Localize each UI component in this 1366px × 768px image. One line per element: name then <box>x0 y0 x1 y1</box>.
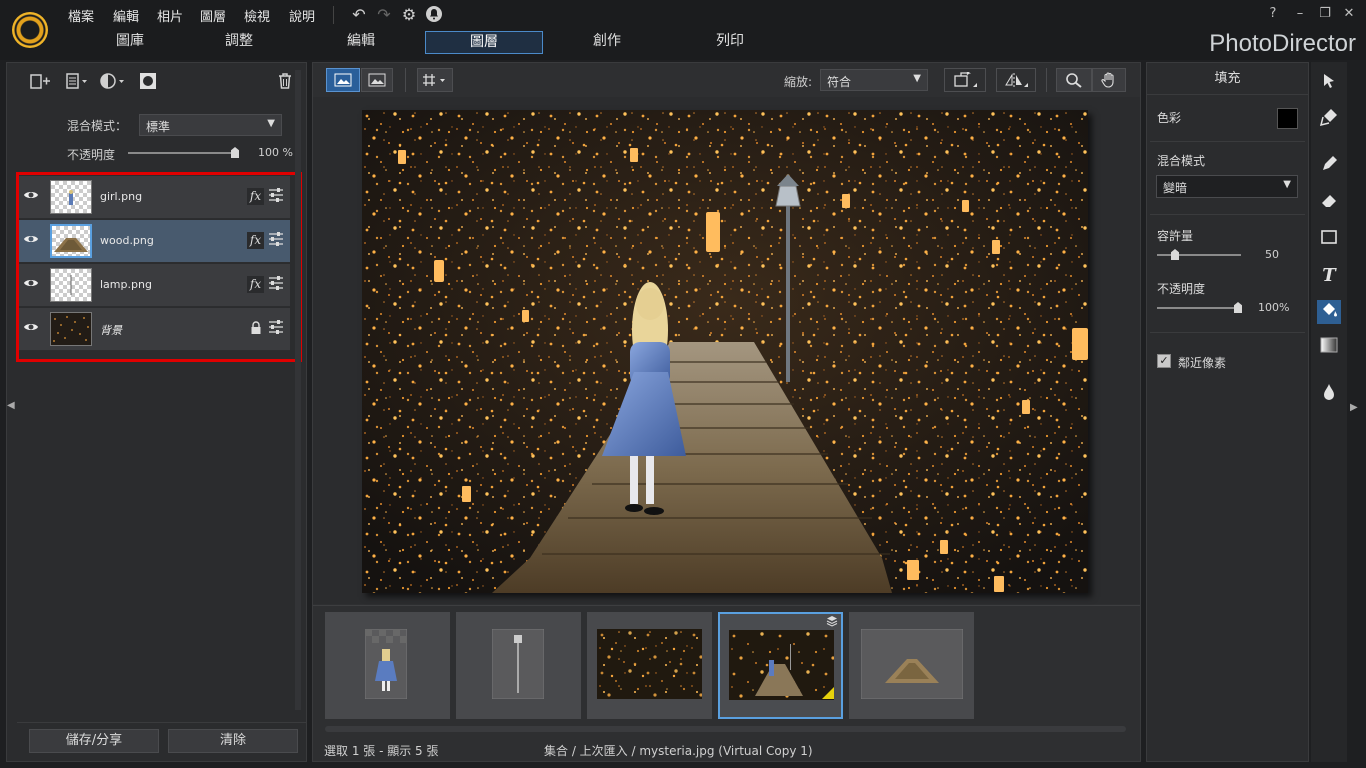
chevron-down-icon: ▼ <box>913 73 921 84</box>
clear-button[interactable]: 清除 <box>168 729 298 753</box>
fill-blend-value: 變暗 <box>1163 181 1188 195</box>
mask-icon[interactable] <box>137 72 159 92</box>
panel-title: 填充 <box>1147 63 1308 95</box>
fill-opacity-slider[interactable] <box>1157 307 1241 309</box>
text-icon[interactable]: T <box>1317 264 1341 288</box>
rectangle-icon[interactable] <box>1317 228 1341 252</box>
undo-icon[interactable]: ↶ <box>349 5 369 25</box>
divider <box>1150 214 1305 215</box>
filmstrip-thumbnail <box>729 630 834 700</box>
filmstrip-thumbnail <box>597 629 702 699</box>
layers-scrollbar[interactable] <box>295 70 301 710</box>
opacity-value: 100 % <box>258 146 293 159</box>
clone-brush-icon[interactable] <box>1317 107 1341 131</box>
eraser-icon[interactable] <box>1317 191 1341 215</box>
tab-layers[interactable]: 圖層 <box>425 31 543 54</box>
tab-print[interactable]: 列印 <box>671 31 789 54</box>
color-swatch[interactable] <box>1277 108 1298 129</box>
layers-panel <box>6 62 307 762</box>
divider <box>1150 141 1305 142</box>
grid-icon[interactable] <box>417 68 453 92</box>
save-share-button[interactable]: 儲存/分享 <box>29 729 159 753</box>
redo-icon[interactable]: ↷ <box>374 5 394 25</box>
menu-edit[interactable]: 編輯 <box>113 6 139 25</box>
filmstrip-scrollbar[interactable] <box>325 726 1126 732</box>
layer-menu-icon[interactable] <box>65 72 87 92</box>
toolbar-divider <box>405 68 406 92</box>
zoom-label: 縮放: <box>784 75 813 89</box>
flip-icon[interactable] <box>996 68 1036 92</box>
settings-icon[interactable]: ⚙ <box>399 5 419 25</box>
gradient-icon[interactable] <box>1317 336 1341 360</box>
zoom-tool-icon[interactable] <box>1056 68 1092 92</box>
fill-blend-select[interactable]: 變暗 ▼ <box>1156 175 1298 198</box>
opacity-label: 不透明度 <box>67 148 116 162</box>
tolerance-slider[interactable] <box>1157 254 1241 256</box>
filmstrip-thumbnail <box>491 628 545 700</box>
fill-opacity-value: 100% <box>1258 301 1290 314</box>
filmstrip-item[interactable] <box>849 612 974 719</box>
zoom-select[interactable]: 符合 ▼ <box>820 69 928 91</box>
help-button[interactable]: ? <box>1262 4 1284 24</box>
menu-photo[interactable]: 相片 <box>157 6 183 25</box>
zoom-value: 符合 <box>827 75 852 89</box>
fill-opacity-label: 不透明度 <box>1157 282 1206 296</box>
add-layer-icon[interactable] <box>29 72 51 92</box>
fill-blend-label: 混合模式 <box>1157 154 1206 168</box>
blend-mode-select[interactable]: 標準 ▼ <box>139 114 282 136</box>
adjacent-pixels-checkbox[interactable]: ✓ <box>1157 354 1171 368</box>
blend-mode-value: 標準 <box>146 120 171 134</box>
tab-edit[interactable]: 編輯 <box>302 31 420 54</box>
tab-library[interactable]: 圖庫 <box>71 31 189 54</box>
collapse-right-panel-icon[interactable]: ▶ <box>1350 402 1358 413</box>
toolbar-divider <box>1046 68 1047 92</box>
delete-layer-icon[interactable] <box>274 72 296 92</box>
rotate-icon[interactable] <box>944 68 986 92</box>
filmstrip-item[interactable] <box>587 612 712 719</box>
restore-button[interactable]: ❐ <box>1314 4 1336 24</box>
tolerance-value: 50 <box>1265 248 1279 261</box>
hand-tool-icon[interactable] <box>1092 68 1126 92</box>
menu-file[interactable]: 檔案 <box>68 6 94 25</box>
menu-layer[interactable]: 圖層 <box>200 6 226 25</box>
opacity-slider[interactable] <box>128 152 236 154</box>
blend-mode-label: 混合模式： <box>67 119 128 133</box>
menu-help[interactable]: 說明 <box>289 6 315 25</box>
app-logo <box>12 12 48 48</box>
tab-create[interactable]: 創作 <box>548 31 666 54</box>
filmstrip-thumbnail <box>364 628 408 700</box>
main-photo[interactable] <box>362 110 1088 593</box>
adjacent-pixels-label: 鄰近像素 <box>1178 356 1227 370</box>
chevron-down-icon: ▼ <box>267 118 275 129</box>
highlight-box <box>16 172 302 362</box>
minimize-button[interactable]: – <box>1289 4 1311 24</box>
tab-adjust[interactable]: 調整 <box>180 31 298 54</box>
filmstrip-item[interactable] <box>325 612 450 719</box>
close-button[interactable]: ✕ <box>1338 4 1360 24</box>
status-path: 集合 / 上次匯入 / mysteria.jpg (Virtual Copy 1… <box>544 744 813 758</box>
filmstrip-item-selected[interactable] <box>718 612 843 719</box>
chevron-down-icon: ▼ <box>1283 179 1291 190</box>
status-selection: 選取 1 張 - 顯示 5 張 <box>324 744 439 758</box>
collapse-left-panel-icon[interactable]: ◀ <box>7 400 15 416</box>
filmstrip-thumbnail <box>860 628 964 700</box>
menu-view[interactable]: 檢視 <box>244 6 270 25</box>
notification-icon[interactable] <box>424 5 444 25</box>
tolerance-label: 容許量 <box>1157 229 1194 243</box>
divider <box>1150 332 1305 333</box>
pencil-icon[interactable] <box>1317 155 1341 179</box>
filmstrip-item[interactable] <box>456 612 581 719</box>
view-compare-button[interactable] <box>361 68 393 92</box>
color-label: 色彩 <box>1157 111 1182 125</box>
adjustment-layer-icon[interactable] <box>99 72 124 92</box>
fill-bucket-icon[interactable] <box>1317 300 1341 324</box>
blur-drop-icon[interactable] <box>1317 383 1341 407</box>
view-single-button[interactable] <box>326 68 360 92</box>
layers-badge-icon <box>826 615 838 630</box>
select-arrow-icon[interactable] <box>1317 72 1341 96</box>
app-title: PhotoDirector <box>1209 30 1356 57</box>
menu-divider <box>333 6 334 24</box>
